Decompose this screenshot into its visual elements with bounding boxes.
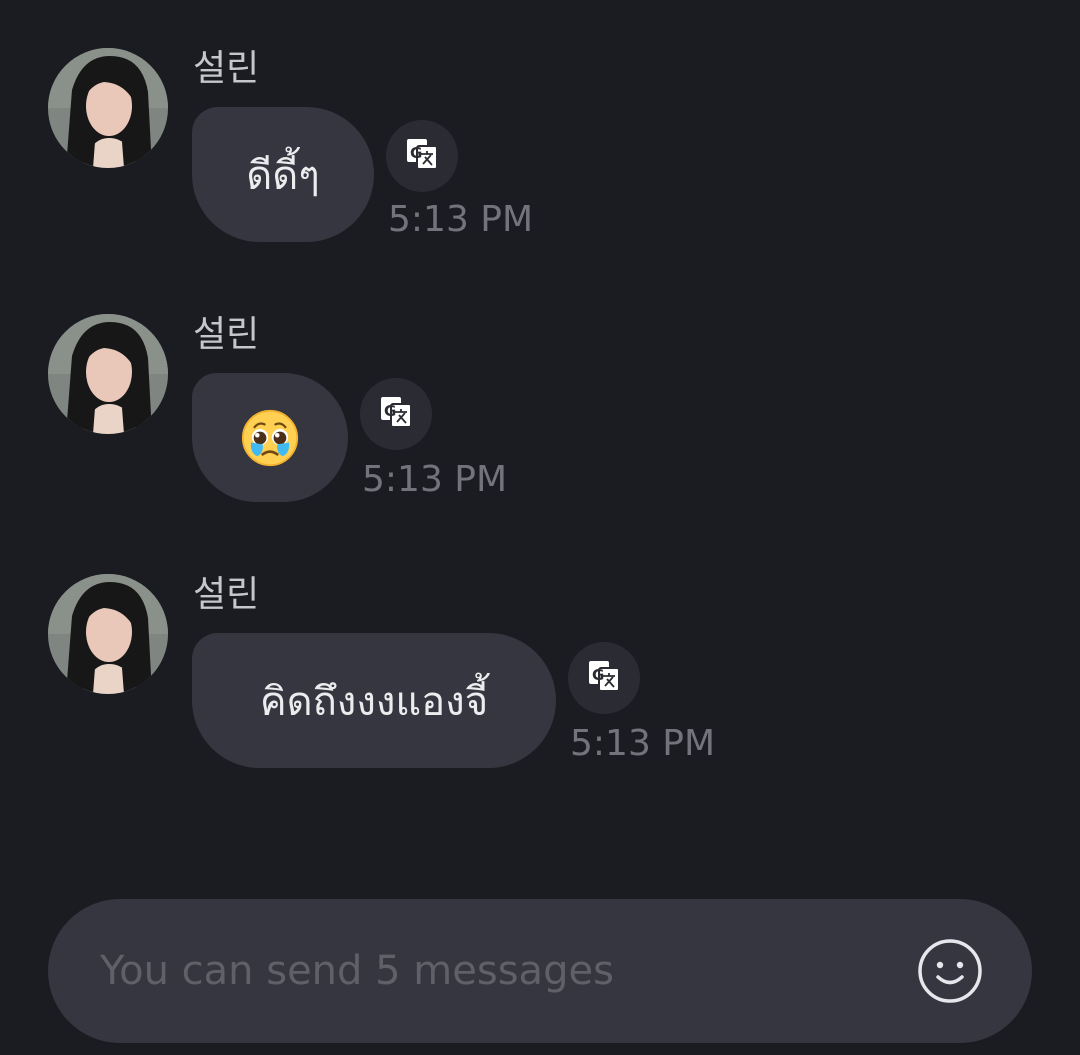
- svg-text:G: G: [592, 666, 604, 684]
- avatar[interactable]: [48, 48, 168, 168]
- message-item: 설린 ดีดี้ๆ G 5:13 PM: [48, 48, 1048, 248]
- google-translate-icon: G: [587, 659, 621, 697]
- chat-thread: 설린 ดีดี้ๆ G 5:13 PM 설린 G 5:13 PM 설린 คิดถ…: [0, 0, 1080, 870]
- message-text: ดีดี้ๆ: [246, 152, 320, 199]
- avatar[interactable]: [48, 314, 168, 434]
- sender-name: 설린: [193, 48, 260, 89]
- pleading-face-emoji: [241, 409, 299, 467]
- message-time: 5:13 PM: [362, 459, 508, 500]
- message-time: 5:13 PM: [388, 199, 534, 240]
- avatar[interactable]: [48, 574, 168, 694]
- smiley-icon: [916, 939, 984, 1009]
- svg-text:G: G: [410, 144, 422, 162]
- message-composer: [48, 899, 1032, 1043]
- svg-text:G: G: [384, 402, 396, 420]
- google-translate-icon: G: [379, 395, 413, 433]
- sender-name: 설린: [193, 574, 260, 615]
- message-input[interactable]: [98, 947, 892, 995]
- message-time: 5:13 PM: [570, 723, 716, 764]
- translate-button[interactable]: G: [568, 642, 640, 714]
- message-bubble[interactable]: [192, 373, 348, 502]
- message-item: 설린 คิดถึงงงแองจี้ G 5:13 PM: [48, 574, 1048, 774]
- translate-button[interactable]: G: [360, 378, 432, 450]
- message-item: 설린 G 5:13 PM: [48, 314, 1048, 514]
- google-translate-icon: G: [405, 137, 439, 175]
- message-bubble[interactable]: ดีดี้ๆ: [192, 107, 374, 242]
- sender-name: 설린: [193, 314, 260, 355]
- message-text: คิดถึงงงแองจี้: [259, 678, 489, 725]
- translate-button[interactable]: G: [386, 120, 458, 192]
- message-bubble[interactable]: คิดถึงงงแองจี้: [192, 633, 556, 768]
- emoji-button[interactable]: [916, 937, 984, 1005]
